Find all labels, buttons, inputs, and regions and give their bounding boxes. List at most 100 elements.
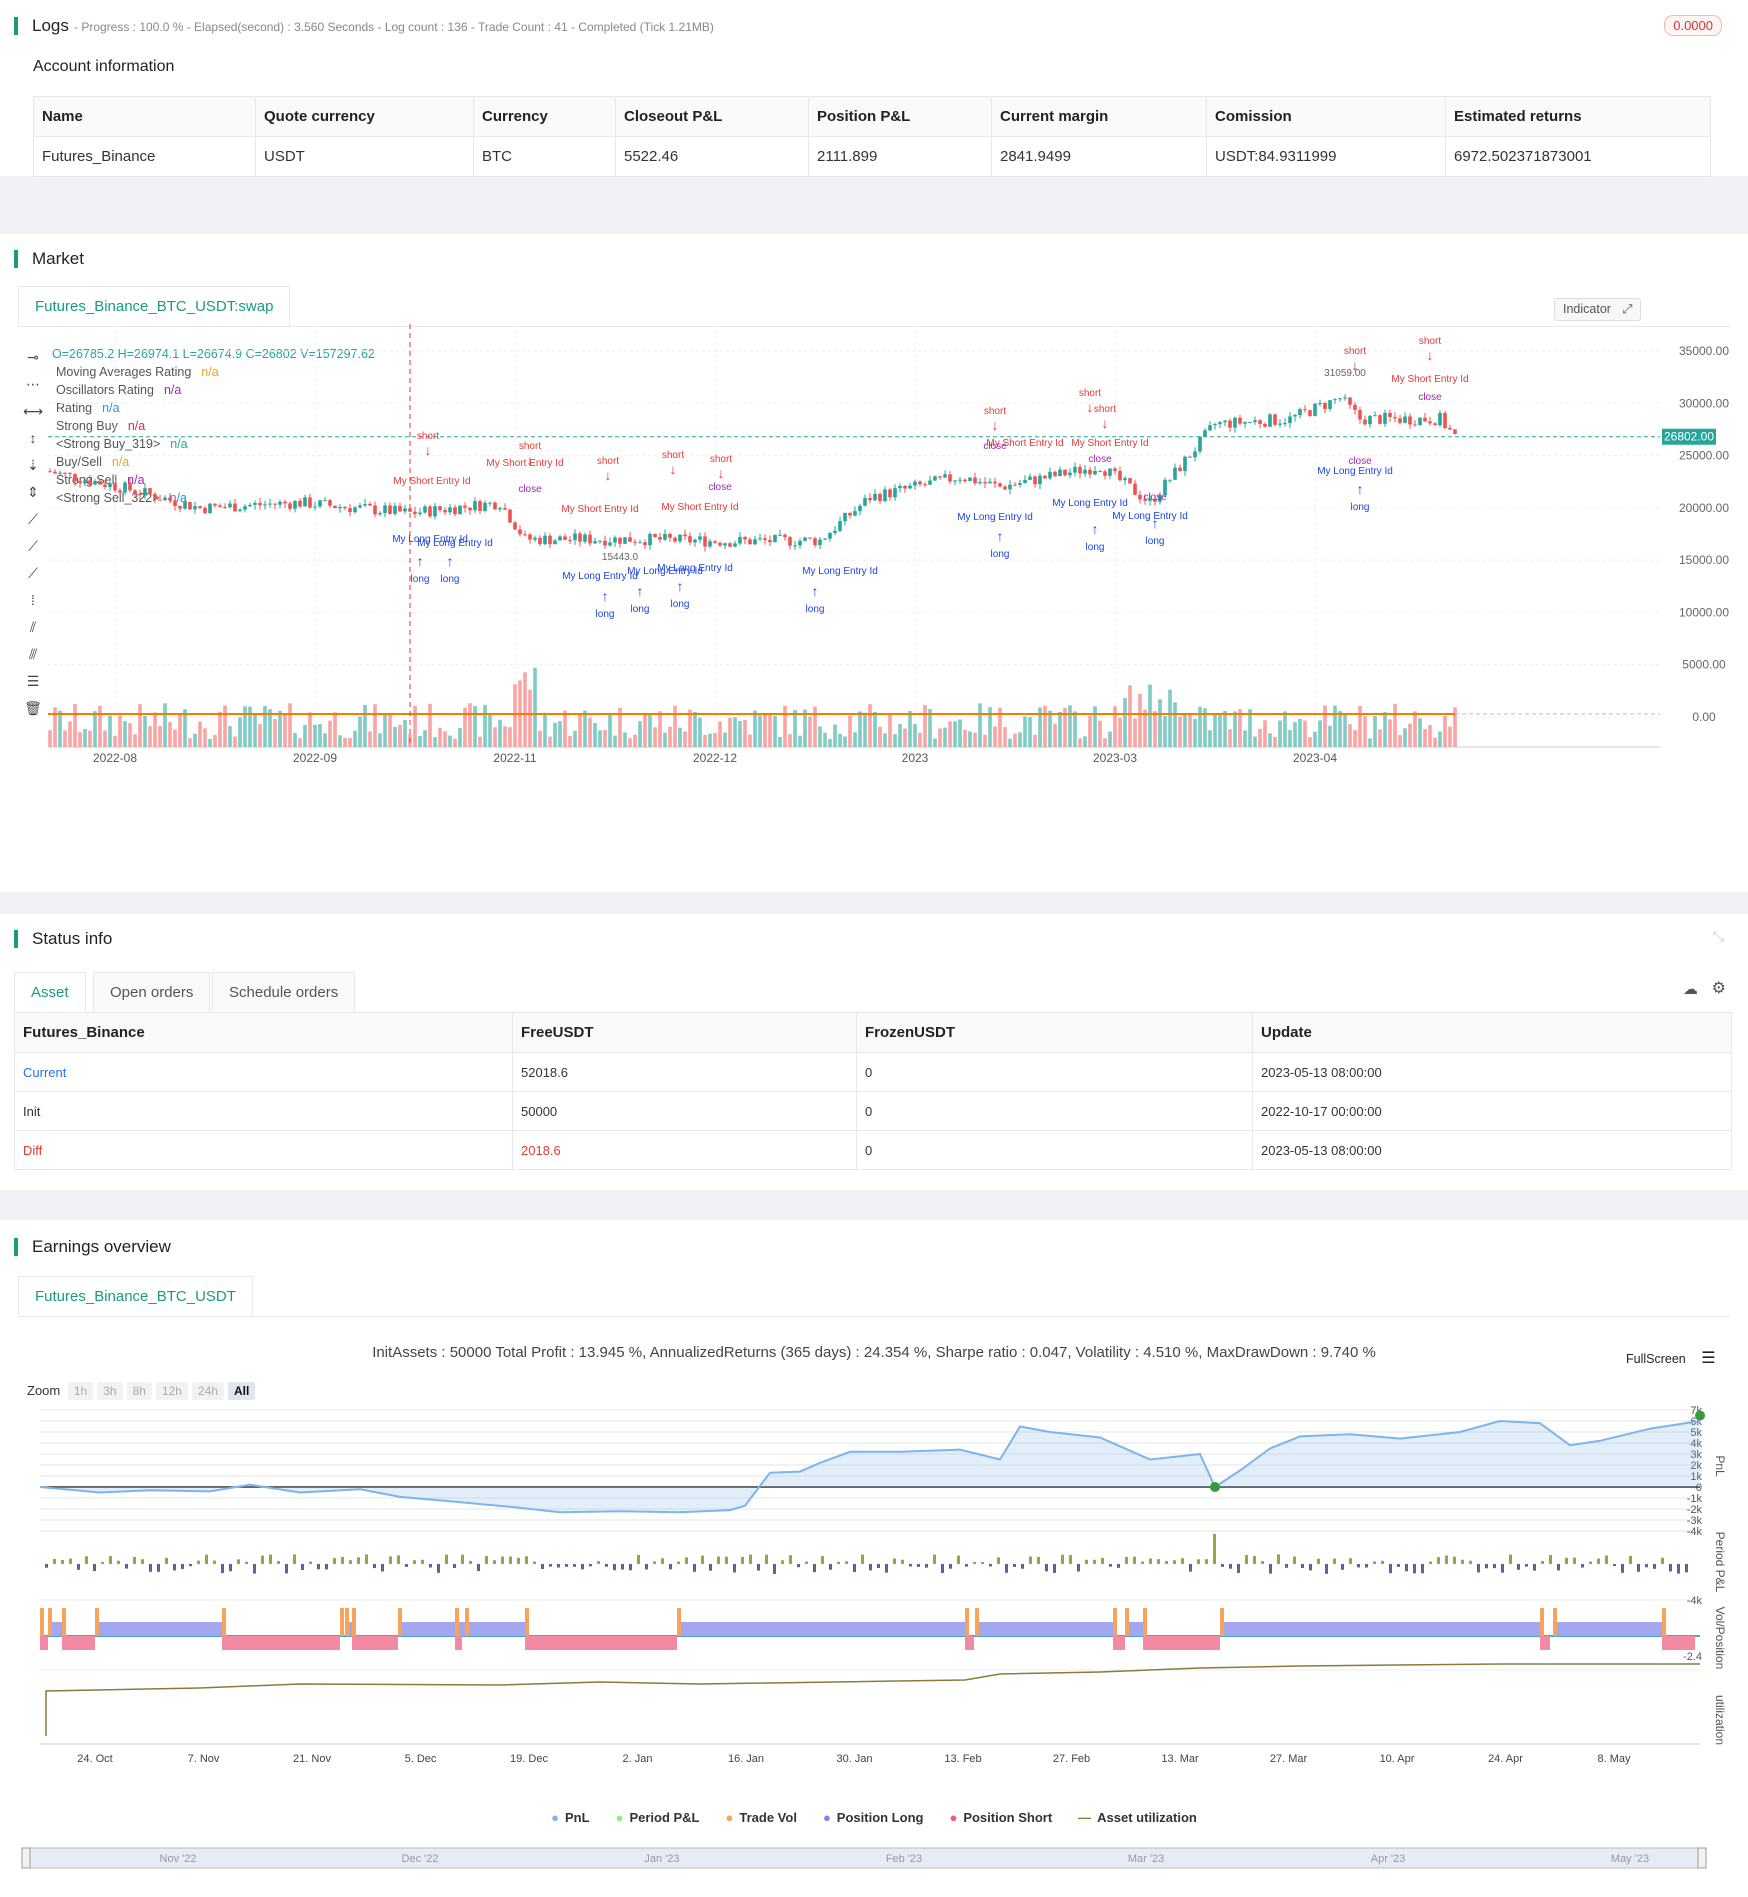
legend-label: Period P&L	[629, 1810, 700, 1825]
volume-bar	[473, 706, 477, 747]
period-bar	[405, 1564, 408, 1567]
candle-body	[388, 505, 392, 514]
zoom-option-all[interactable]: All	[228, 1382, 256, 1400]
legend-item[interactable]: ● Period P&L	[616, 1810, 700, 1825]
volume-bar	[398, 724, 402, 747]
candle-body	[1243, 422, 1247, 424]
pnl-tick: -4k	[1687, 1526, 1703, 1538]
legend-label: Trade Vol	[739, 1810, 797, 1825]
short-entry-label: My Short Entry Id	[1071, 438, 1148, 449]
collapse-icon[interactable]: ⤡	[1713, 928, 1724, 945]
candle-body	[1103, 471, 1107, 476]
close-label: close	[1418, 392, 1442, 403]
legend-item[interactable]: ● Trade Vol	[726, 1810, 797, 1825]
legend-item[interactable]: ● Position Long	[823, 1810, 924, 1825]
volume-bar	[113, 735, 117, 747]
zoom-option-8h[interactable]: 8h	[126, 1382, 152, 1400]
candle-body	[1233, 417, 1237, 428]
candle-body	[628, 537, 632, 542]
candle-body	[528, 534, 532, 540]
period-bar	[629, 1564, 632, 1571]
period-bar	[933, 1554, 936, 1564]
candle-body	[1213, 424, 1217, 426]
candle-body	[133, 490, 137, 494]
volume-bar	[943, 727, 947, 747]
candle-body	[1008, 484, 1012, 490]
tab-earnings-symbol[interactable]: Futures_Binance_BTC_USDT	[18, 1276, 253, 1316]
period-bar	[877, 1564, 880, 1568]
candle-body	[1448, 428, 1452, 430]
tab-asset[interactable]: Asset	[14, 972, 86, 1012]
tab-schedule-orders[interactable]: Schedule orders	[212, 972, 356, 1012]
candle-body	[588, 534, 592, 544]
long-label: long	[596, 609, 615, 620]
trade-vol-bar	[398, 1608, 402, 1636]
trade-vol-bar	[95, 1608, 99, 1636]
candle-body	[898, 485, 902, 489]
volume-bar	[713, 733, 717, 747]
legend-item[interactable]: — Asset utilization	[1078, 1810, 1197, 1825]
cell: 0	[856, 1130, 1253, 1170]
volume-bar	[153, 712, 157, 747]
candle-body	[1323, 403, 1327, 409]
close-label: close	[983, 441, 1007, 452]
position-long-bar	[95, 1622, 222, 1636]
volume-bar	[883, 733, 887, 747]
volume-bar	[333, 712, 337, 747]
period-bar	[821, 1556, 824, 1564]
volume-bar	[1308, 737, 1312, 747]
candle-body	[1413, 424, 1417, 426]
candle-body	[443, 510, 447, 513]
period-bar	[813, 1564, 816, 1573]
row-label-current[interactable]: Current	[14, 1052, 513, 1092]
period-bar	[1357, 1564, 1360, 1568]
navigator-label: Feb '23	[886, 1853, 922, 1865]
candle-body	[883, 489, 887, 502]
cloud-download-icon[interactable]: ☁	[1683, 980, 1698, 998]
menu-icon[interactable]: ☰	[1701, 1350, 1715, 1367]
period-bar	[413, 1560, 416, 1564]
cell: 2841.9499	[991, 136, 1207, 177]
market-chart[interactable]: 35000.00 30000.00 25000.00 20000.00 15000.00…	[0, 274, 1748, 874]
candle-body	[1133, 483, 1137, 495]
volume-bar	[428, 703, 432, 747]
legend-item[interactable]: ● Position Short	[949, 1810, 1052, 1825]
gear-icon[interactable]: ⚙	[1712, 978, 1726, 998]
candle-body	[668, 533, 672, 538]
position-short-bar	[40, 1636, 48, 1650]
volume-bar	[458, 728, 462, 747]
price-tick: 25000.00	[1679, 449, 1729, 463]
volume-bar	[1083, 736, 1087, 747]
date-tick: 13. Feb	[944, 1753, 981, 1765]
navigator-scrollbar[interactable]: Nov '22 Dec '22 Jan '23 Feb '23 Mar '23 Apr '…	[0, 1844, 1748, 1874]
candle-body	[158, 499, 162, 501]
candle-body	[768, 539, 772, 543]
volume-bar	[133, 734, 137, 747]
candle-body	[1333, 399, 1337, 401]
tab-open-orders[interactable]: Open orders	[93, 972, 211, 1012]
zoom-option-3h[interactable]: 3h	[97, 1382, 123, 1400]
period-bar	[269, 1554, 272, 1564]
zoom-option-1h[interactable]: 1h	[67, 1382, 94, 1400]
col-header: Position P&L	[808, 96, 992, 137]
zoom-option-12h[interactable]: 12h	[155, 1382, 188, 1400]
volume-bar	[158, 726, 162, 747]
candle-body	[263, 504, 267, 506]
period-tick: -4k	[1687, 1595, 1703, 1607]
period-bar	[573, 1564, 576, 1567]
period-bar	[333, 1558, 336, 1564]
legend-item[interactable]: ● PnL	[551, 1810, 589, 1825]
volume-bar	[648, 715, 652, 747]
volume-bar	[403, 720, 407, 747]
candle-body	[313, 506, 317, 508]
candle-body	[1403, 416, 1407, 423]
zoom-option-24h[interactable]: 24h	[191, 1382, 224, 1400]
volume-bar	[213, 735, 217, 747]
period-bar	[1669, 1564, 1672, 1572]
fullscreen-button[interactable]: FullScreen ☰	[1626, 1348, 1716, 1368]
volume-bar	[348, 737, 352, 747]
volume-bar	[1278, 720, 1282, 747]
logs-status: - Progress : 100.0 % - Elapsed(second) :…	[74, 20, 714, 34]
volume-bar	[773, 716, 777, 747]
volume-bar	[1103, 738, 1107, 747]
